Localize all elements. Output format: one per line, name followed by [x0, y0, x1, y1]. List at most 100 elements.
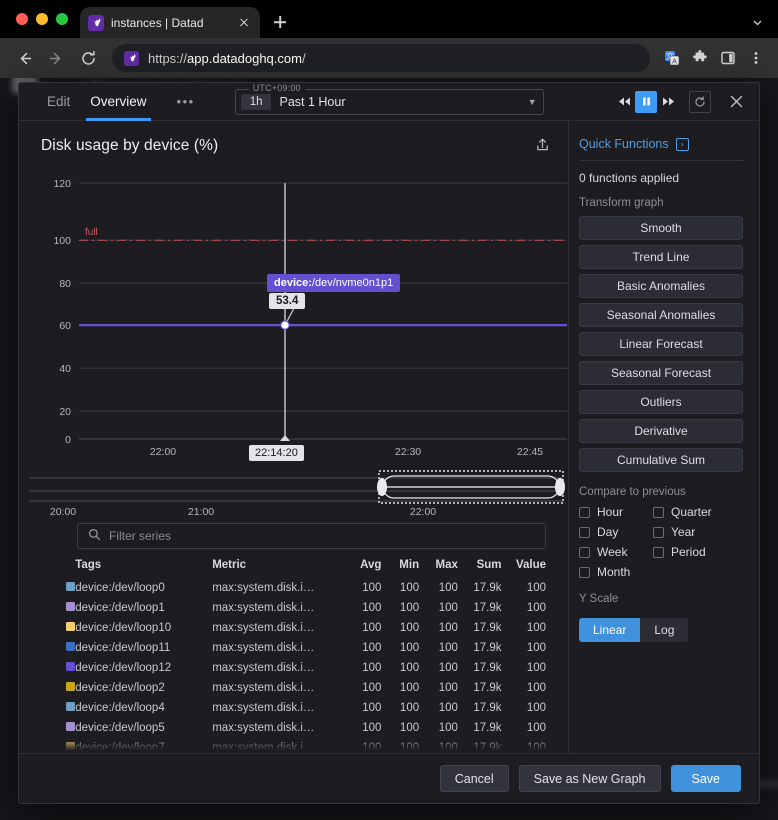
table-row[interactable]: device:/dev/loop10 max:system.disk.i… 100 1…: [59, 618, 546, 638]
chevron-down-icon[interactable]: ▼: [528, 97, 537, 107]
fast-forward-icon[interactable]: [657, 91, 679, 113]
transform-button-derivative[interactable]: Derivative: [579, 419, 743, 443]
checkbox-icon[interactable]: [653, 526, 664, 538]
browser-tab[interactable]: instances | Datad: [80, 7, 260, 38]
chart-data-point: [280, 320, 290, 330]
page-title: Disk usage by device (%): [41, 137, 219, 154]
maximize-window-button[interactable]: [56, 13, 68, 25]
translate-icon[interactable]: 文A: [660, 46, 684, 70]
column-header-value[interactable]: Value: [501, 559, 546, 578]
cell-value: 100: [526, 742, 546, 753]
minimize-window-button[interactable]: [36, 13, 48, 25]
series-color-swatch[interactable]: [59, 738, 76, 753]
cell-value: 100: [526, 662, 546, 674]
compare-checkbox-month[interactable]: Month: [579, 565, 653, 579]
share-export-icon[interactable]: [535, 137, 550, 155]
checkbox-icon[interactable]: [579, 526, 590, 538]
extensions-icon[interactable]: [688, 46, 712, 70]
pause-icon[interactable]: [635, 90, 657, 113]
address-bar[interactable]: https://app.datadoghq.com/: [112, 44, 650, 72]
series-color-swatch[interactable]: [59, 698, 76, 718]
modal-overflow-menu[interactable]: •••: [165, 94, 207, 109]
checkbox-icon[interactable]: [579, 566, 590, 578]
table-row[interactable]: device:/dev/loop11 max:system.disk.i… 100 1…: [59, 638, 546, 658]
compare-checkbox-year[interactable]: Year: [653, 525, 743, 539]
y-scale-option-linear[interactable]: Linear: [579, 618, 641, 642]
side-panel-icon[interactable]: [716, 46, 740, 70]
transform-button-seasonal-anomalies[interactable]: Seasonal Anomalies: [579, 303, 743, 327]
tabstrip-menu-button[interactable]: [751, 16, 778, 38]
chevron-down-icon: [753, 20, 762, 26]
compare-checkbox-week[interactable]: Week: [579, 545, 653, 559]
table-row[interactable]: device:/dev/loop2 max:system.disk.i… 100 10…: [59, 678, 546, 698]
tab-edit[interactable]: Edit: [37, 83, 80, 121]
cell-value: 100: [526, 602, 546, 614]
checkbox-icon[interactable]: [653, 506, 664, 518]
series-color-swatch[interactable]: [59, 578, 76, 598]
transform-button-outliers[interactable]: Outliers: [579, 390, 743, 414]
transform-button-basic-anomalies[interactable]: Basic Anomalies: [579, 274, 743, 298]
y-scale-option-log[interactable]: Log: [640, 618, 689, 642]
close-window-button[interactable]: [16, 13, 28, 25]
browser-toolbar: https://app.datadoghq.com/ 文A: [0, 38, 778, 78]
svg-text:22:30: 22:30: [395, 446, 421, 458]
reload-button[interactable]: [74, 44, 102, 72]
table-row[interactable]: device:/dev/loop1 max:system.disk.i… 100 10…: [59, 598, 546, 618]
column-header-metric[interactable]: Metric: [212, 559, 341, 578]
time-range-brush[interactable]: 20:00 21:00 22:00: [23, 469, 565, 518]
quick-functions-header[interactable]: Quick Functions ›: [579, 137, 743, 151]
time-range-picker[interactable]: UTC+09:00 1h Past 1 Hour ▼: [234, 83, 544, 115]
compare-checkbox-period[interactable]: Period: [653, 545, 743, 559]
table-row[interactable]: device:/dev/loop5 max:system.disk.i… 100 10…: [59, 718, 546, 738]
transform-button-smooth[interactable]: Smooth: [579, 216, 743, 240]
tab-overview[interactable]: Overview: [80, 83, 156, 121]
tab-close-icon[interactable]: [236, 15, 252, 31]
timezone-label: UTC+09:00: [248, 83, 305, 93]
series-color-swatch[interactable]: [59, 658, 76, 678]
back-button[interactable]: [10, 44, 38, 72]
column-header-tags[interactable]: Tags: [75, 559, 212, 578]
chart-area[interactable]: 120 100 80 60 40 20 0 full 22:00 22:30 2…: [23, 167, 567, 467]
table-row[interactable]: device:/dev/loop0 max:system.disk.i… 100 10…: [59, 578, 546, 598]
table-row[interactable]: device:/dev/loop12 max:system.disk.i… 100 1…: [59, 658, 546, 678]
column-header-max[interactable]: Max: [419, 559, 458, 578]
series-color-swatch[interactable]: [59, 618, 76, 638]
column-header-min[interactable]: Min: [381, 559, 419, 578]
column-header-sum[interactable]: Sum: [458, 559, 502, 578]
checkbox-icon[interactable]: [579, 546, 590, 558]
save-as-new-graph-button[interactable]: Save as New Graph: [518, 765, 661, 792]
close-modal-icon[interactable]: [723, 89, 749, 115]
transform-button-linear-forecast[interactable]: Linear Forecast: [579, 332, 743, 356]
series-list[interactable]: Tags Metric Avg Min Max Sum Value device…: [19, 549, 568, 753]
series-color-swatch[interactable]: [59, 718, 76, 738]
transform-button-trend-line[interactable]: Trend Line: [579, 245, 743, 269]
new-tab-button[interactable]: [266, 8, 294, 36]
filter-placeholder: Filter series: [109, 529, 172, 543]
cell-tag: device:/dev/loop5: [75, 722, 165, 734]
forward-button[interactable]: [42, 44, 70, 72]
compare-checkbox-day[interactable]: Day: [579, 525, 653, 539]
compare-checkbox-quarter[interactable]: Quarter: [653, 505, 743, 519]
table-row[interactable]: device:/dev/loop4 max:system.disk.i… 100 10…: [59, 698, 546, 718]
transform-button-cumulative-sum[interactable]: Cumulative Sum: [579, 448, 743, 472]
save-button[interactable]: Save: [670, 765, 741, 792]
search-input[interactable]: Filter series: [77, 523, 546, 549]
checkbox-icon[interactable]: [579, 506, 590, 518]
rewind-icon[interactable]: [613, 91, 635, 113]
series-color-swatch[interactable]: [59, 598, 76, 618]
column-header-avg[interactable]: Avg: [341, 559, 381, 578]
checkbox-icon[interactable]: [653, 546, 664, 558]
cancel-button[interactable]: Cancel: [439, 765, 509, 792]
table-row[interactable]: device:/dev/loop7 max:system.disk.i… 100 10…: [59, 738, 546, 753]
divider: [579, 160, 743, 161]
svg-text:20:00: 20:00: [50, 506, 76, 517]
transform-button-seasonal-forecast[interactable]: Seasonal Forecast: [579, 361, 743, 385]
more-menu-icon[interactable]: [744, 46, 768, 70]
svg-text:120: 120: [53, 178, 71, 190]
reset-icon[interactable]: [689, 90, 711, 113]
series-color-swatch[interactable]: [59, 678, 76, 698]
series-color-swatch[interactable]: [59, 638, 76, 658]
cell-tag: device:/dev/loop11: [75, 642, 171, 654]
compare-checkbox-hour[interactable]: Hour: [579, 505, 653, 519]
open-panel-icon[interactable]: ›: [675, 137, 689, 151]
